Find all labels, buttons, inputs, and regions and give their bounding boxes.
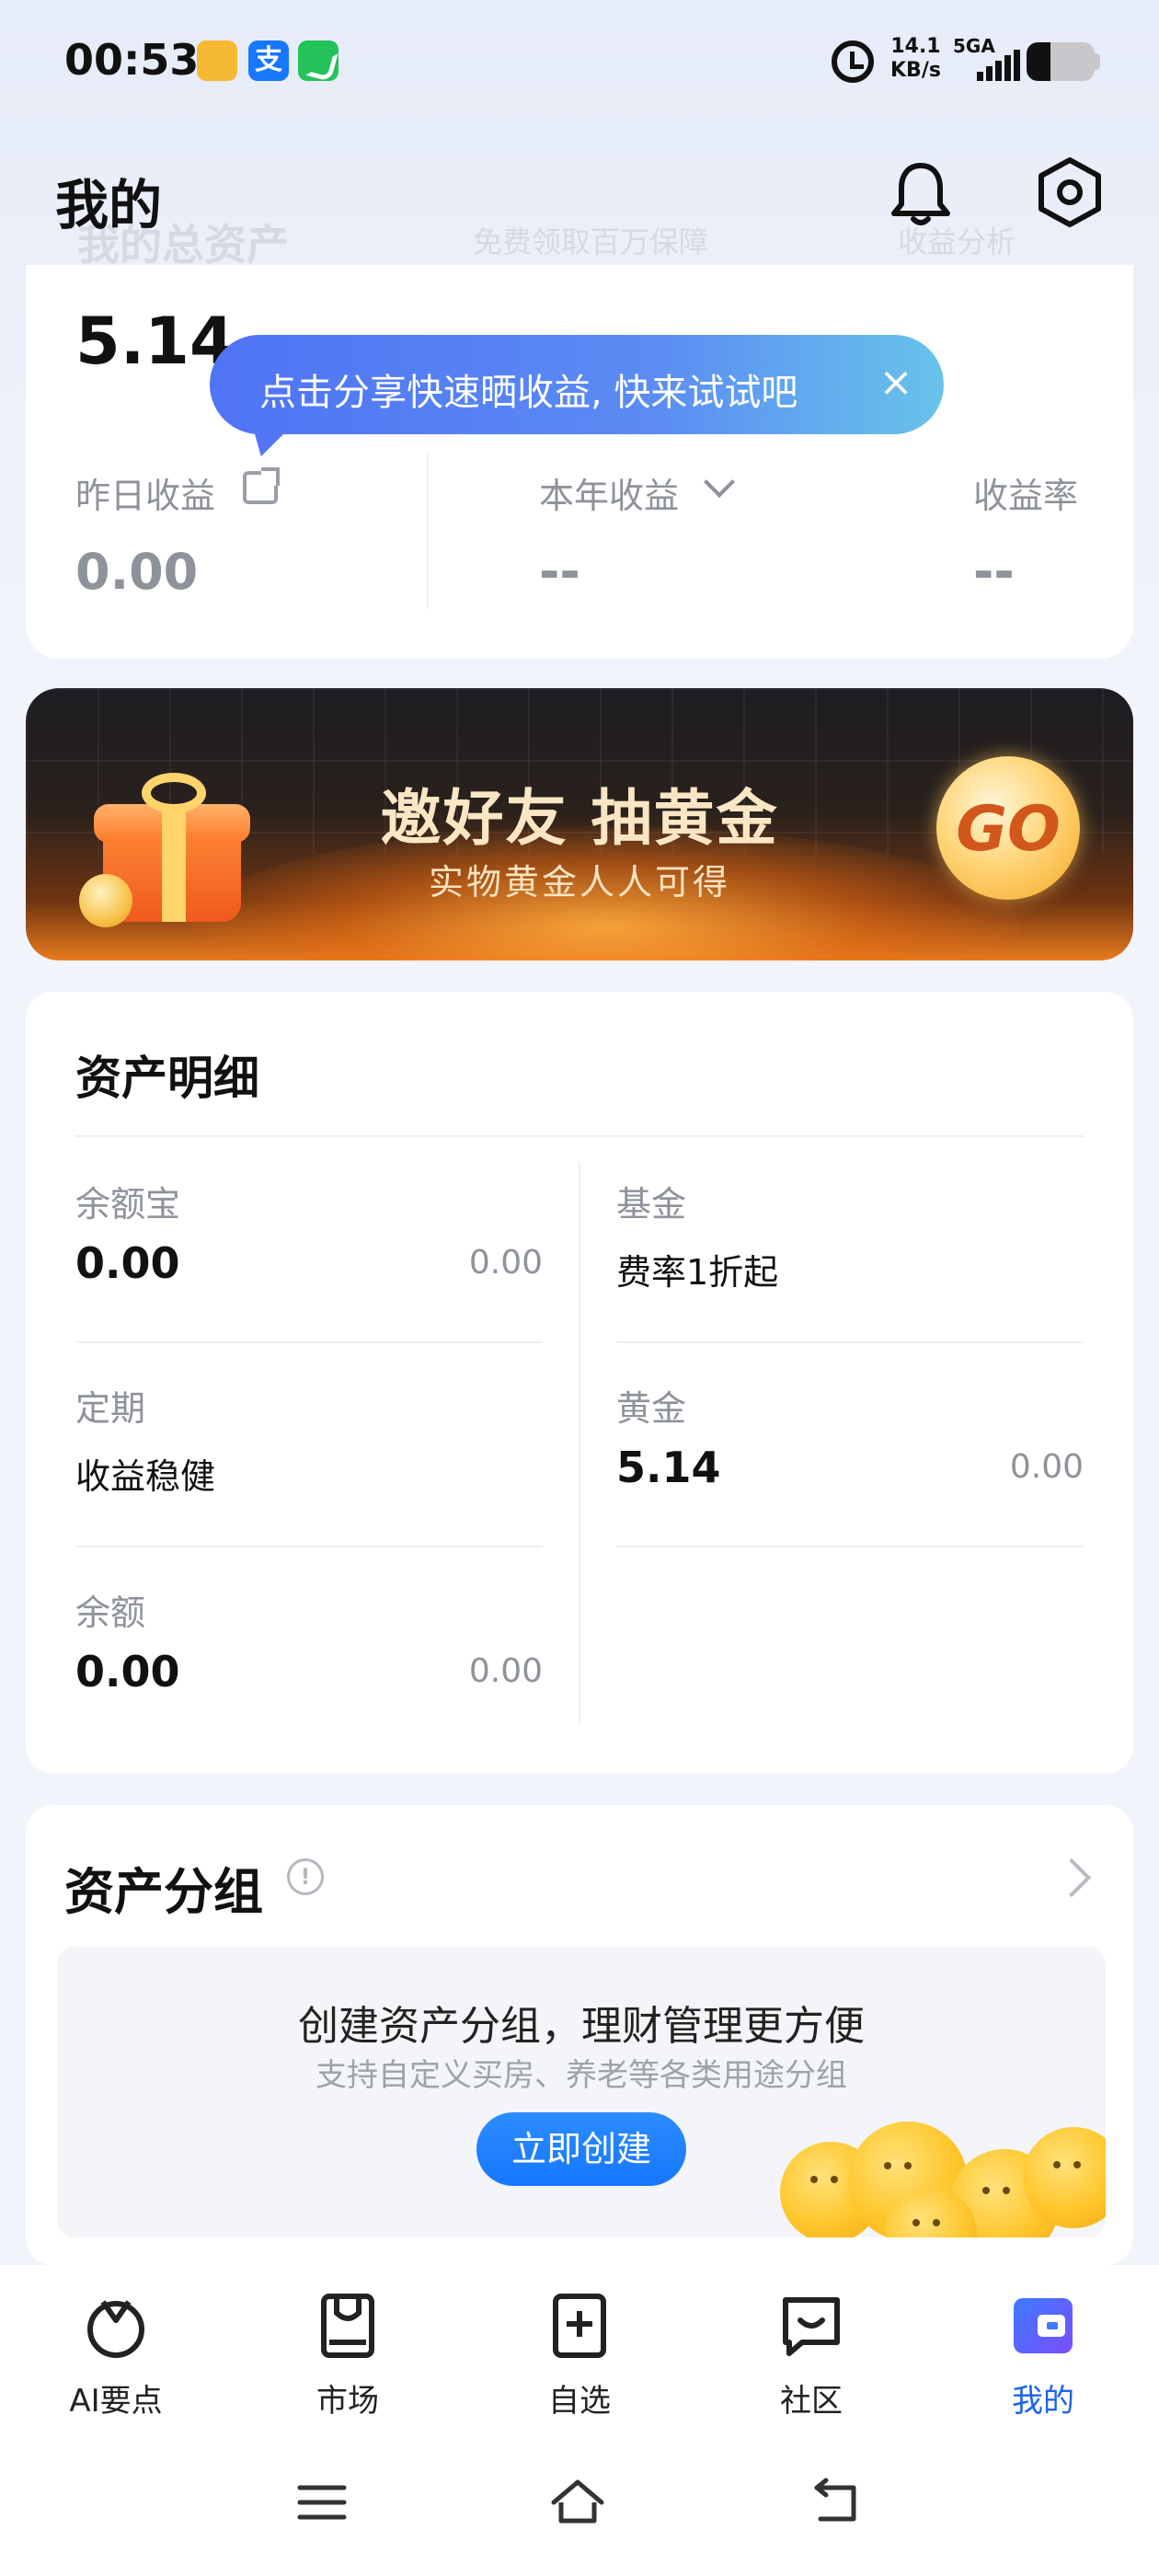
asset-detail-title: 资产明细 (75, 1052, 259, 1105)
asset-item-text: 收益稳健 (75, 1456, 216, 1497)
invite-banner[interactable]: 邀好友 抽黄金 实物黄金人人可得 GO (26, 688, 1133, 960)
asset-item-label: 余额 (75, 1593, 146, 1633)
create-group-button[interactable]: 立即创建 (476, 2112, 686, 2186)
nav-item-community[interactable]: 社区 (719, 2293, 903, 2421)
status-bar: 00:53 支 14.1 KB/s 5GA (0, 0, 1159, 129)
nav-label: 市场 (316, 2383, 379, 2420)
year-income-value: -- (539, 543, 580, 601)
asset-item-income: 0.00 (1009, 1448, 1084, 1486)
nav-item-market[interactable]: 市场 (256, 2293, 440, 2421)
battery-level (1027, 42, 1050, 81)
share-icon[interactable] (243, 467, 280, 504)
year-income-label[interactable]: 本年收益 (539, 467, 679, 518)
close-icon[interactable]: × (868, 355, 924, 410)
tooltip-text: 点击分享快速晒收益, 快来试试吧 (259, 372, 798, 414)
page-title: 我的 (55, 174, 163, 236)
battery-icon (1027, 42, 1095, 81)
go-button-label: GO (956, 793, 1061, 866)
return-rate-label: 收益率 (973, 476, 1079, 516)
yesterday-income-label: 昨日收益 (75, 476, 216, 516)
bell-icon[interactable] (889, 158, 953, 228)
detail-column-divider (579, 1163, 580, 1724)
share-tooltip[interactable]: 点击分享快速晒收益, 快来试试吧 × (210, 335, 944, 434)
notification-app-icon (197, 40, 237, 81)
total-assets-value[interactable]: 5.14 (75, 304, 235, 379)
nav-item-ai[interactable]: AI要点 (24, 2293, 208, 2421)
return-rate-value: -- (973, 543, 1015, 601)
net-speed: 14.1 KB/s (890, 35, 941, 83)
wallet-icon (1014, 2298, 1073, 2353)
phone-icon (298, 40, 339, 81)
net-speed-value: 14.1 (890, 35, 941, 58)
group-subtitle: 支持自定义买房、养老等各类用途分组 (316, 2057, 847, 2094)
asset-item-label: 基金 (616, 1184, 687, 1225)
asset-item-label: 黄金 (616, 1388, 687, 1429)
asset-item-value: 0.00 (75, 1238, 180, 1288)
row-divider (75, 1546, 543, 1547)
row-divider (616, 1546, 1084, 1547)
watchlist-icon (553, 2294, 606, 2358)
ghost-insurance: 免费领取百万保障 (473, 224, 709, 259)
nav-item-watchlist[interactable]: 自选 (488, 2293, 671, 2421)
asset-item-value: 5.14 (616, 1443, 721, 1492)
nav-label: 社区 (780, 2383, 843, 2420)
asset-item-income: 0.00 (468, 1652, 543, 1690)
home-icon[interactable] (550, 2475, 605, 2530)
row-divider (616, 1341, 1084, 1343)
stat-divider (427, 453, 429, 609)
alipay-icon: 支 (248, 40, 289, 81)
battery-tip (1095, 53, 1100, 70)
asset-item-income: 0.00 (468, 1244, 543, 1282)
alarm-icon (832, 40, 874, 83)
row-divider (75, 1341, 543, 1343)
community-icon (783, 2297, 840, 2356)
detail-divider (75, 1135, 1084, 1137)
net-speed-unit: KB/s (890, 59, 941, 82)
group-headline: 创建资产分组，理财管理更方便 (298, 2003, 865, 2050)
ai-icon (87, 2300, 144, 2358)
go-button[interactable]: GO (936, 756, 1080, 900)
asset-item-label: 余额宝 (75, 1184, 181, 1225)
nav-label: AI要点 (69, 2383, 163, 2420)
signal-icon (977, 48, 1020, 81)
info-icon[interactable]: ! (287, 1858, 324, 1895)
nav-label: 我的 (1012, 2383, 1074, 2420)
nav-label: 自选 (548, 2383, 611, 2420)
asset-group-title: 资产分组 (64, 1863, 263, 1921)
asset-group-empty-state: 创建资产分组，理财管理更方便 支持自定义买房、养老等各类用途分组 立即创建 (57, 1947, 1106, 2237)
menu-icon[interactable] (294, 2475, 350, 2530)
yesterday-income-value: 0.00 (75, 543, 199, 601)
back-icon[interactable] (809, 2475, 865, 2530)
asset-item-label: 定期 (75, 1388, 146, 1429)
market-icon (321, 2294, 374, 2358)
asset-item-value: 0.00 (75, 1647, 180, 1696)
settings-icon[interactable] (1034, 156, 1106, 228)
nav-item-mine[interactable]: 我的 (951, 2293, 1135, 2421)
status-time: 00:53 (64, 35, 200, 85)
asset-item-text: 费率1折起 (616, 1252, 779, 1293)
